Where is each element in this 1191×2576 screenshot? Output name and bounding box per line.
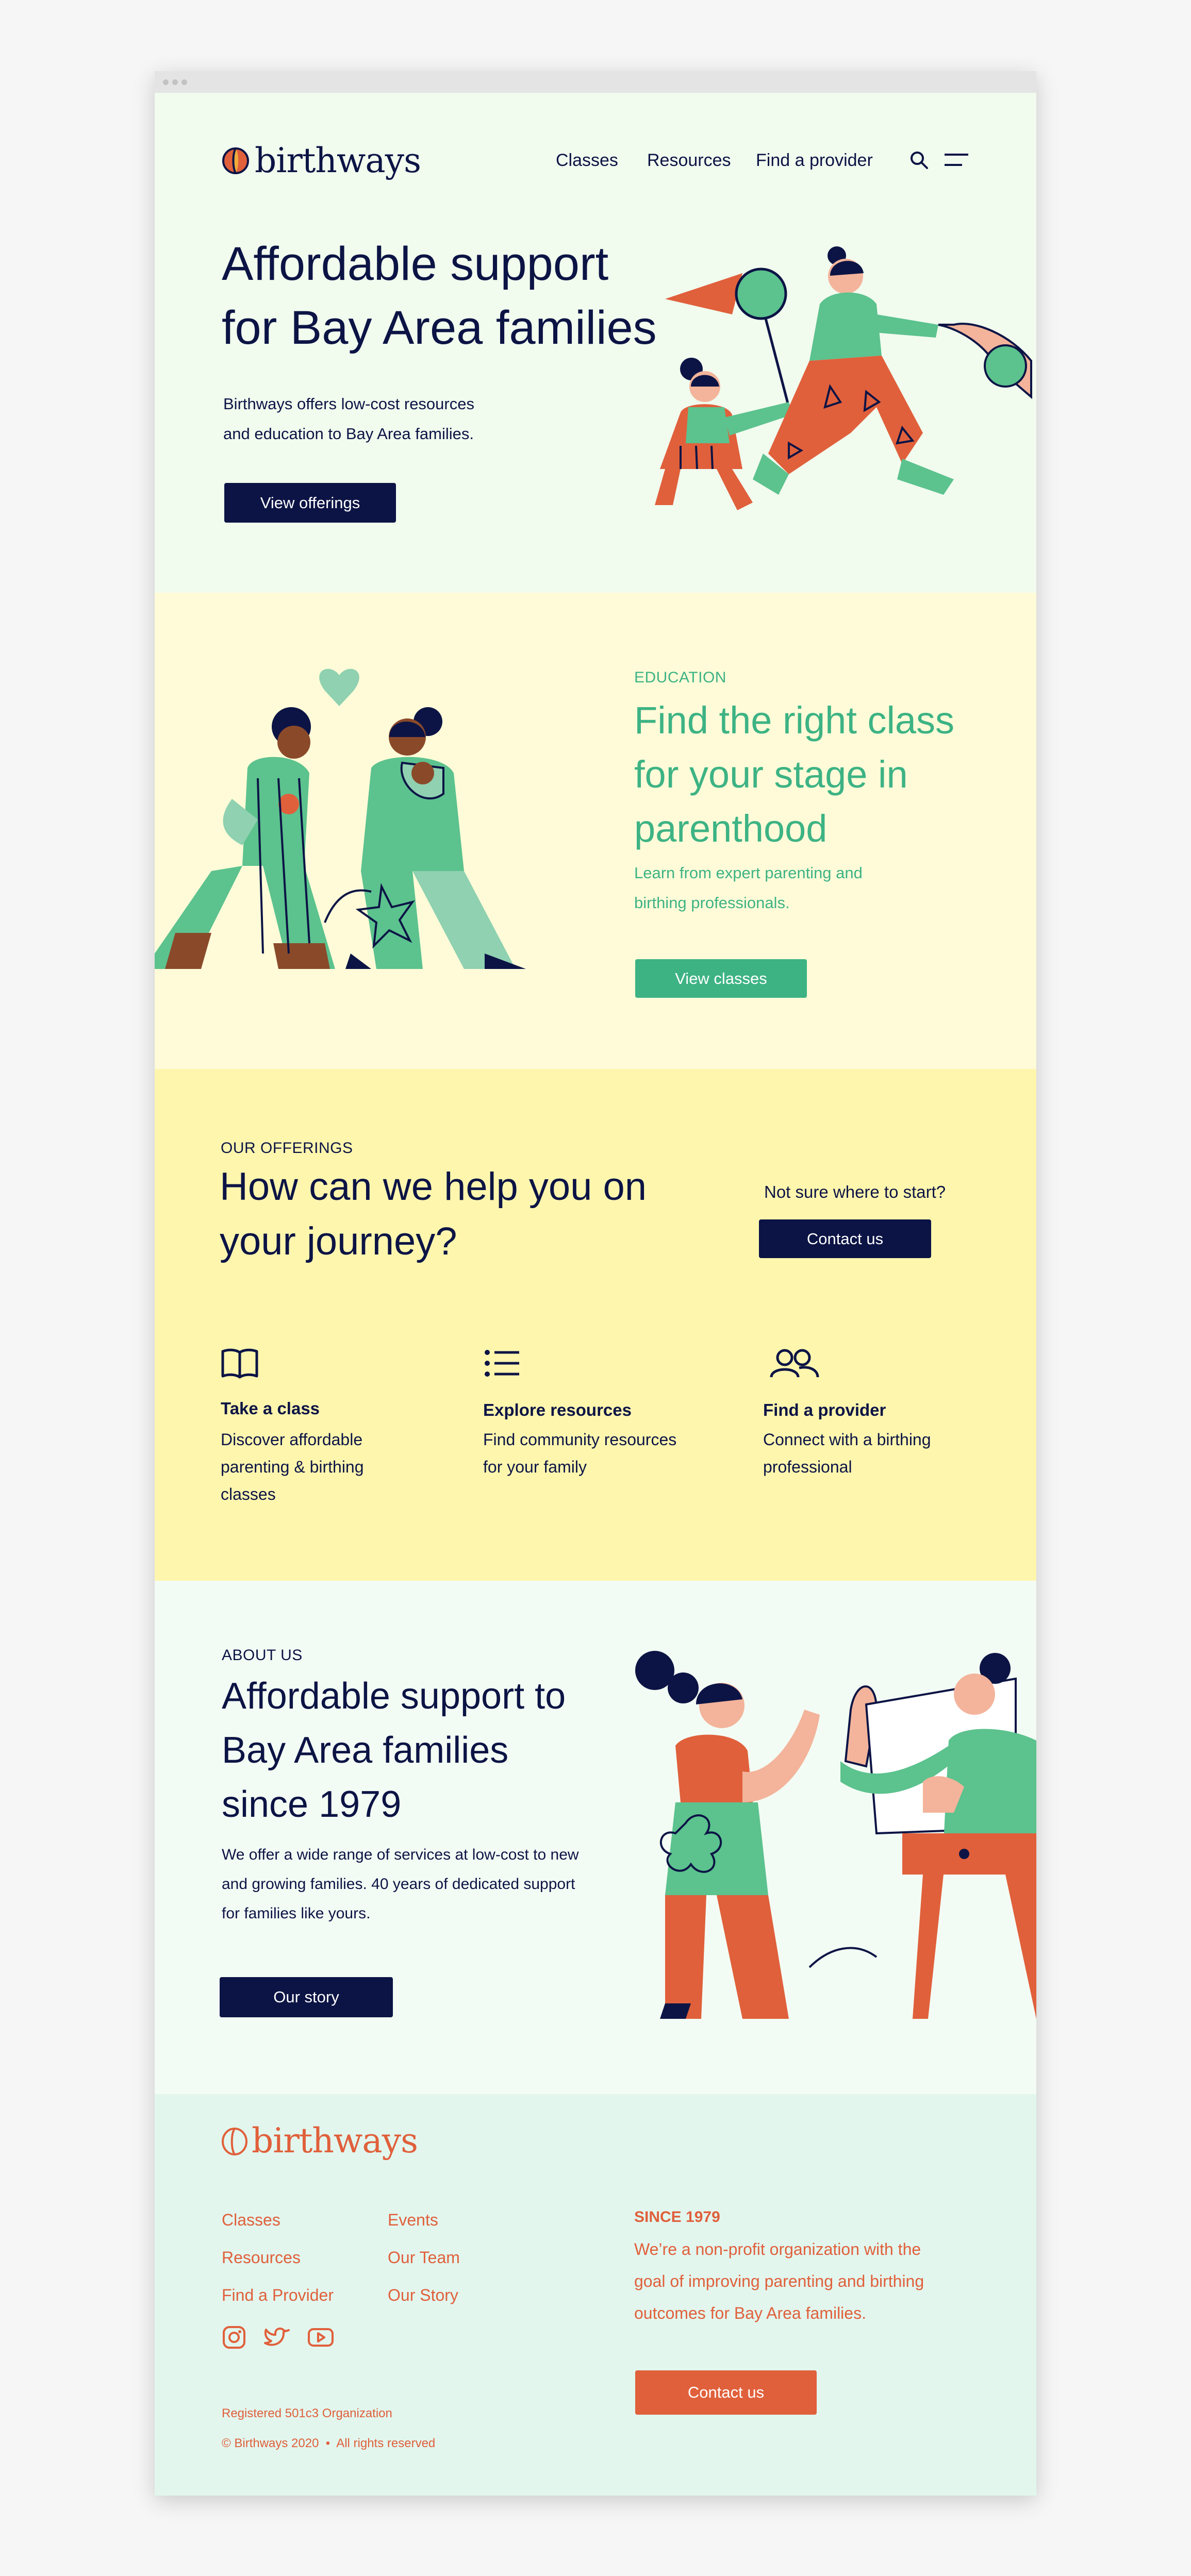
copyright-notice: © Birthways 2020 • All rights reserved <box>222 2436 436 2450</box>
browser-window: birthways Classes Resources Find a provi… <box>155 71 1036 2496</box>
about-description-line: and growing families. 40 years of dedica… <box>222 1876 575 1893</box>
mother-and-caregiver-illustration <box>635 1651 1036 2019</box>
youtube-icon[interactable] <box>307 2325 334 2350</box>
footer-link-find-a-provider[interactable]: Find a Provider <box>222 2286 334 2305</box>
hero-title-line: for Bay Area families <box>222 302 657 354</box>
site-footer: birthways Classes Resources Find a Provi… <box>155 2094 1036 2496</box>
view-classes-button[interactable]: View classes <box>635 959 807 998</box>
education-description-line: birthing professionals. <box>634 894 790 912</box>
offerings-eyebrow: OUR OFFERINGS <box>221 1140 353 1157</box>
offering-description-line: Connect with a birthing <box>763 1430 931 1449</box>
list-icon <box>483 1347 521 1382</box>
about-title: Affordable support to Bay Area families … <box>222 1669 566 1832</box>
about-section: ABOUT US Affordable support to Bay Area … <box>155 1581 1036 2094</box>
offering-description-line: Find community resources <box>483 1430 677 1449</box>
education-description: Learn from expert parenting and birthing… <box>634 858 863 918</box>
hero-description-line: and education to Bay Area families. <box>223 425 474 443</box>
footer-contact-us-button[interactable]: Contact us <box>635 2370 817 2415</box>
offering-description-line: parenting & birthing <box>221 1458 364 1476</box>
offering-description: Find community resources for your family <box>483 1426 676 1481</box>
nav-find-a-provider[interactable]: Find a provider <box>756 150 873 171</box>
about-description: We offer a wide range of services at low… <box>222 1840 579 1928</box>
footer-link-resources[interactable]: Resources <box>222 2248 301 2267</box>
education-description-line: Learn from expert parenting and <box>634 864 863 882</box>
since-label: SINCE 1979 <box>634 2209 720 2226</box>
about-description-line: for families like yours. <box>222 1905 371 1922</box>
offering-description-line: professional <box>763 1458 852 1476</box>
offering-title: Explore resources <box>483 1400 632 1419</box>
footer-link-events[interactable]: Events <box>388 2211 438 2230</box>
offering-description: Connect with a birthing professional <box>763 1426 931 1481</box>
offering-description-line: Discover affordable <box>221 1430 363 1449</box>
offering-description: Discover affordable parenting & birthing… <box>221 1426 364 1508</box>
menu-icon[interactable] <box>944 150 969 169</box>
education-section: EDUCATION Find the right class for your … <box>155 593 1036 1069</box>
window-dot <box>172 79 178 85</box>
education-title: Find the right class for your stage in p… <box>634 693 954 856</box>
registered-notice: Registered 501c3 Organization <box>222 2406 392 2420</box>
footer-mission-line: outcomes for Bay Area families. <box>634 2304 866 2322</box>
offering-title: Take a class <box>221 1399 320 1418</box>
footer-mission-line: goal of improving parenting and birthing <box>634 2272 924 2290</box>
offerings-section: OUR OFFERINGS How can we help you on you… <box>155 1069 1036 1581</box>
view-offerings-button[interactable]: View offerings <box>224 483 396 523</box>
brand-mark-icon <box>222 147 249 174</box>
footer-brand-name: birthways <box>252 2121 418 2161</box>
about-description-line: We offer a wide range of services at low… <box>222 1846 579 1863</box>
offering-description-line: classes <box>221 1485 276 1503</box>
about-title-line: Affordable support to <box>222 1676 566 1717</box>
window-dot <box>163 79 169 85</box>
education-title-line: Find the right class <box>634 699 955 742</box>
parents-with-baby-illustration <box>155 668 526 969</box>
offering-description-line: for your family <box>483 1458 587 1476</box>
about-title-line: Bay Area families <box>222 1730 509 1771</box>
book-icon <box>221 1347 259 1382</box>
footer-logo[interactable]: birthways <box>221 2121 418 2161</box>
footer-mission-line: We’re a non-profit organization with the <box>634 2240 921 2259</box>
people-icon <box>768 1347 820 1382</box>
education-eyebrow: EDUCATION <box>634 669 726 686</box>
offerings-title-line: your journey? <box>220 1219 457 1263</box>
instagram-icon[interactable] <box>222 2325 246 2350</box>
search-icon[interactable] <box>908 149 929 170</box>
offerings-title: How can we help you on your journey? <box>220 1160 647 1269</box>
family-walking-illustration <box>655 246 1032 510</box>
nav-classes[interactable]: Classes <box>556 150 618 171</box>
our-story-button[interactable]: Our story <box>220 1977 393 2017</box>
footer-link-our-story[interactable]: Our Story <box>388 2286 458 2305</box>
hero-description-line: Birthways offers low-cost resources <box>223 395 474 413</box>
education-title-line: parenthood <box>634 807 828 850</box>
offerings-helper-text: Not sure where to start? <box>764 1182 946 1201</box>
about-title-line: since 1979 <box>222 1784 402 1825</box>
offerings-title-line: How can we help you on <box>220 1165 647 1209</box>
hero-title-line: Affordable support <box>222 238 609 290</box>
about-eyebrow: ABOUT US <box>222 1647 303 1664</box>
education-title-line: for your stage in <box>634 753 908 796</box>
brand-logo[interactable]: birthways <box>222 137 421 183</box>
twitter-icon[interactable] <box>264 2325 291 2350</box>
hero-section: birthways Classes Resources Find a provi… <box>155 93 1036 593</box>
footer-link-our-team[interactable]: Our Team <box>388 2248 460 2267</box>
hero-description: Birthways offers low-cost resources and … <box>223 389 474 449</box>
contact-us-button[interactable]: Contact us <box>759 1219 931 1258</box>
window-chrome <box>155 71 1036 93</box>
brand-mark-icon <box>222 2127 247 2155</box>
offering-title: Find a provider <box>763 1400 886 1419</box>
hero-title: Affordable support for Bay Area families <box>222 232 686 360</box>
window-dot <box>181 79 187 85</box>
footer-link-classes[interactable]: Classes <box>222 2211 280 2230</box>
brand-name: birthways <box>255 140 421 180</box>
footer-mission: We’re a non-profit organization with the… <box>634 2233 924 2329</box>
nav-resources[interactable]: Resources <box>647 150 731 171</box>
